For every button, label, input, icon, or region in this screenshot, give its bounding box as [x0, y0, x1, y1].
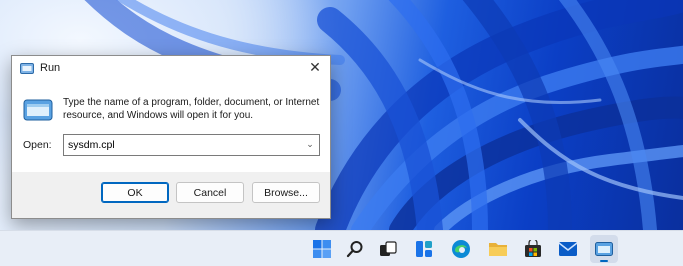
file-explorer-icon	[489, 243, 507, 256]
close-icon: ✕	[309, 60, 321, 76]
open-combobox[interactable]: ⌄	[63, 134, 320, 156]
search-button[interactable]	[341, 235, 369, 263]
widgets-icon	[416, 241, 432, 257]
task-view-icon	[380, 241, 397, 256]
store-icon	[525, 240, 541, 257]
browse-button[interactable]: Browse...	[252, 182, 320, 203]
mail-button[interactable]	[554, 235, 582, 263]
search-icon	[346, 241, 363, 258]
dialog-body: Type the name of a program, folder, docu…	[12, 80, 330, 172]
title-bar[interactable]: Run ✕	[12, 56, 330, 80]
edge-icon	[452, 240, 470, 258]
taskbar	[0, 230, 683, 266]
cancel-button[interactable]: Cancel	[176, 182, 244, 203]
window-title: Run	[40, 62, 61, 74]
store-button[interactable]	[519, 235, 547, 263]
ok-button[interactable]: OK	[101, 182, 169, 203]
edge-button[interactable]	[447, 235, 475, 263]
widgets-button[interactable]	[410, 235, 438, 263]
running-indicator	[600, 260, 608, 262]
close-button[interactable]: ✕	[302, 56, 328, 80]
dialog-footer: OK Cancel Browse...	[12, 172, 330, 218]
start-button[interactable]	[308, 235, 336, 263]
run-icon	[595, 242, 613, 256]
chevron-down-icon[interactable]: ⌄	[301, 135, 319, 155]
open-label: Open:	[23, 139, 52, 151]
task-view-button[interactable]	[374, 235, 402, 263]
start-icon	[313, 240, 331, 258]
file-explorer-button[interactable]	[484, 235, 512, 263]
run-dialog: Run ✕ Type the name of a program, folder…	[11, 55, 331, 219]
run-taskbar-button[interactable]	[590, 235, 618, 263]
run-program-icon	[23, 99, 53, 121]
open-input[interactable]	[64, 136, 301, 154]
mail-icon	[558, 242, 578, 256]
run-icon	[20, 62, 34, 74]
run-description: Type the name of a program, folder, docu…	[63, 97, 320, 121]
